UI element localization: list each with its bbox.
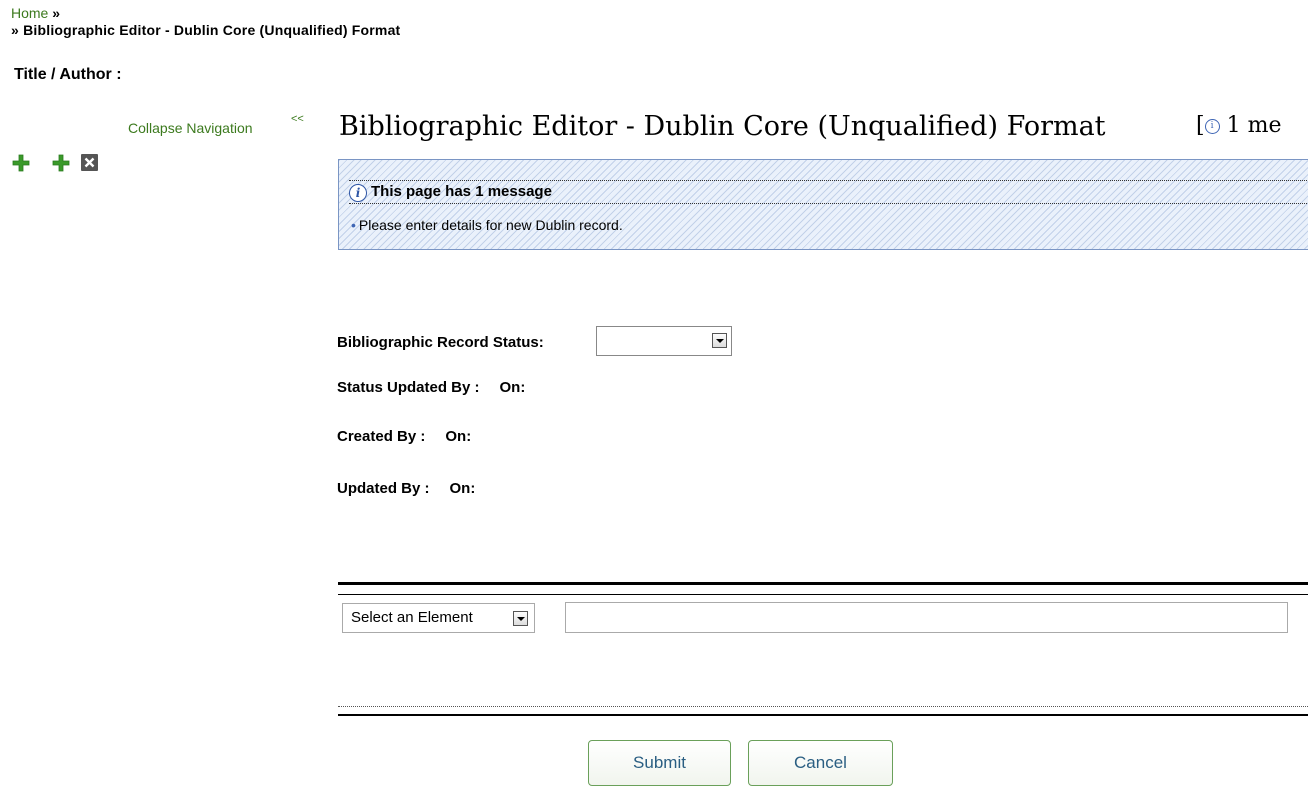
divider	[338, 582, 1308, 585]
add-icon[interactable]	[12, 154, 30, 172]
element-select[interactable]: Select an Element	[342, 603, 535, 633]
chevron-down-icon[interactable]	[513, 611, 528, 626]
record-status-label: Bibliographic Record Status:	[337, 334, 544, 351]
message-header: i This page has 1 message	[349, 180, 1308, 204]
breadcrumb-current: » Bibliographic Editor - Dublin Core (Un…	[11, 22, 400, 38]
updated-by-row: Updated By : On:	[337, 480, 475, 497]
info-icon: i	[1204, 118, 1220, 134]
divider	[338, 714, 1308, 716]
updated-on-label: On:	[449, 480, 476, 497]
record-status-select[interactable]	[596, 326, 732, 356]
close-icon[interactable]	[81, 154, 98, 171]
message-panel: i This page has 1 message • Please enter d…	[338, 159, 1308, 250]
breadcrumb-current-prefix: »	[11, 22, 19, 38]
created-by-row: Created By : On:	[337, 428, 471, 445]
message-count-label: 1 me	[1226, 113, 1282, 138]
status-updated-by-label: Status Updated By :	[337, 379, 480, 396]
submit-button[interactable]: Submit	[588, 740, 731, 786]
breadcrumb-current-label: Bibliographic Editor - Dublin Core (Unqu…	[23, 22, 401, 38]
message-count-bracket: [	[1196, 113, 1205, 138]
bullet-icon: •	[351, 217, 356, 233]
info-icon: i	[349, 184, 367, 202]
message-item: • Please enter details for new Dublin rec…	[351, 217, 623, 233]
created-by-label: Created By :	[337, 428, 426, 445]
chevron-down-icon[interactable]	[712, 333, 727, 348]
divider	[338, 706, 1308, 708]
divider	[338, 594, 1308, 595]
element-select-label: Select an Element	[351, 609, 473, 626]
add-element-icon[interactable]	[52, 154, 70, 172]
status-updated-row: Status Updated By : On:	[337, 379, 525, 396]
breadcrumb-separator: »	[52, 5, 61, 21]
collapse-navigation-link[interactable]: Collapse Navigation	[128, 120, 253, 136]
collapse-arrows-icon[interactable]: <<	[291, 113, 304, 125]
created-on-label: On:	[445, 428, 472, 445]
status-updated-on-label: On:	[499, 379, 526, 396]
breadcrumb-home-link[interactable]: Home	[11, 5, 48, 21]
message-item-text: Please enter details for new Dublin reco…	[358, 217, 623, 233]
cancel-button[interactable]: Cancel	[748, 740, 893, 786]
breadcrumb: Home »	[11, 5, 60, 21]
page-title: Bibliographic Editor - Dublin Core (Unqu…	[339, 111, 1106, 142]
element-value-input[interactable]	[565, 602, 1288, 633]
message-header-text: This page has 1 message	[371, 183, 552, 200]
message-count-link[interactable]: [i 1 me	[1196, 113, 1281, 138]
updated-by-label: Updated By :	[337, 480, 430, 497]
title-author-label: Title / Author :	[14, 66, 122, 83]
